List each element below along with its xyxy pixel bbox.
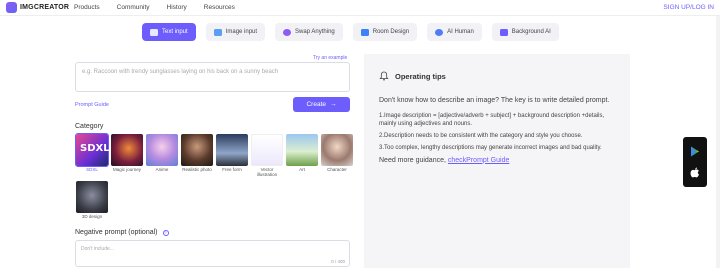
- category-label: Art: [299, 167, 305, 172]
- tip-2: 2.Description needs to be consistent wit…: [379, 132, 583, 139]
- category-art[interactable]: Art: [286, 134, 318, 172]
- category-thumbnail: [216, 134, 248, 166]
- apple-icon[interactable]: [690, 167, 700, 178]
- help-icon[interactable]: ?: [162, 229, 169, 236]
- tips-body: Don't know how to describe an image? The…: [379, 96, 619, 171]
- negative-placeholder: Don't include...: [81, 246, 114, 252]
- nav-history[interactable]: History: [167, 4, 187, 11]
- category-thumbnail: [111, 134, 143, 166]
- tab-text-input[interactable]: Text input: [142, 23, 196, 41]
- tab-label: Background AI: [511, 29, 551, 35]
- logo[interactable]: IMGCREATOR: [6, 2, 69, 13]
- more-guidance-text: Need more guidance,: [379, 156, 446, 164]
- category-label: Magic journey: [112, 167, 141, 172]
- tips-title: Operating tips: [395, 71, 446, 81]
- prompt-guide-link[interactable]: Prompt Guide: [75, 102, 109, 108]
- tab-room-design[interactable]: Room Design: [352, 23, 418, 41]
- negative-prompt-label: Negative prompt (optional): [75, 229, 158, 236]
- negative-prompt-title: Negative prompt (optional) ?: [75, 229, 169, 236]
- bell-icon: [379, 71, 389, 81]
- sdxl-thumb-text: SDXL: [80, 143, 110, 154]
- tab-swap-anything[interactable]: Swap Anything: [275, 23, 343, 41]
- top-navbar: IMGCREATOR Products Community History Re…: [0, 0, 720, 16]
- category-label: Vector illustration: [256, 167, 278, 177]
- room-icon: [360, 28, 369, 36]
- tab-background-ai[interactable]: Background AI: [491, 23, 559, 41]
- check-prompt-guide-link[interactable]: checkPrompt Guide: [448, 157, 509, 164]
- tab-label: Room Design: [372, 29, 410, 35]
- category-thumbnail: [321, 134, 353, 166]
- category-thumbnail: [181, 134, 213, 166]
- tips-intro: Don't know how to describe an image? The…: [379, 97, 610, 104]
- image-input-icon: [213, 28, 222, 36]
- category-vector-illustration[interactable]: Vector illustration: [251, 134, 283, 177]
- brand-name: IMGCREATOR: [20, 4, 70, 11]
- nav-resources[interactable]: Resources: [204, 4, 235, 11]
- category-sdxl[interactable]: SDXL SDXL: [75, 133, 110, 172]
- tab-image-input[interactable]: Image input: [205, 23, 266, 41]
- category-label: Character: [327, 167, 347, 172]
- create-label: Create: [306, 101, 326, 108]
- category-label: Free form: [222, 167, 242, 172]
- category-thumbnail: SDXL: [75, 133, 110, 167]
- main-nav: Products Community History Resources: [74, 4, 235, 11]
- category-3d-design[interactable]: 3D design: [76, 181, 108, 219]
- char-counter: 0 / 400: [331, 259, 345, 264]
- category-thumbnail: [251, 134, 283, 166]
- swap-icon: [283, 28, 292, 36]
- category-label: SDXL: [86, 167, 98, 172]
- tip-1: 1.Image description = [adjective/adverb …: [379, 112, 605, 127]
- arrow-right-icon: →: [330, 101, 337, 108]
- category-thumbnail: [146, 134, 178, 166]
- category-free-form[interactable]: Free form: [216, 134, 248, 172]
- category-realistic-photo[interactable]: Realistic photo: [181, 134, 213, 172]
- tab-label: Image input: [225, 29, 258, 35]
- category-thumbnail: [76, 181, 108, 213]
- category-thumbnail: [286, 134, 318, 166]
- category-magic-journey[interactable]: Magic journey: [111, 134, 143, 172]
- try-example-link[interactable]: Try an example: [313, 55, 347, 61]
- human-icon: [435, 28, 444, 36]
- nav-products[interactable]: Products: [74, 4, 100, 11]
- create-button[interactable]: Create →: [293, 97, 350, 112]
- prompt-input[interactable]: e.g. Raccoon with trendy sunglasses layi…: [75, 62, 350, 92]
- text-input-icon: [150, 28, 158, 36]
- category-character[interactable]: Character: [321, 134, 353, 172]
- tab-ai-human[interactable]: AI Human: [427, 23, 482, 41]
- negative-prompt-input[interactable]: Don't include... 0 / 400: [75, 240, 350, 267]
- background-icon: [499, 28, 508, 36]
- tips-header: Operating tips: [379, 71, 446, 81]
- more-guidance: Need more guidance, checkPrompt Guide: [379, 156, 619, 166]
- page-scrollbar[interactable]: [716, 16, 720, 268]
- mode-tabs: Text input Image input Swap Anything Roo…: [142, 23, 559, 41]
- tab-label: AI Human: [447, 29, 474, 35]
- operating-tips-panel: Operating tips Don't know how to describ…: [364, 54, 630, 268]
- category-label: Realistic photo: [182, 167, 212, 172]
- category-label: Anime: [155, 167, 169, 172]
- category-label: 3D design: [81, 214, 103, 219]
- google-play-icon[interactable]: [690, 146, 700, 157]
- nav-community[interactable]: Community: [117, 4, 150, 11]
- logo-icon: [6, 2, 17, 13]
- tip-3: 3.Too complex, lengthy descriptions may …: [379, 144, 602, 151]
- app-store-badges: [683, 137, 707, 187]
- tab-label: Swap Anything: [295, 29, 335, 35]
- category-anime[interactable]: Anime: [146, 134, 178, 172]
- tab-label: Text input: [162, 29, 188, 35]
- category-title: Category: [75, 123, 104, 130]
- signup-login-link[interactable]: SIGN UP/LOG IN: [663, 4, 714, 11]
